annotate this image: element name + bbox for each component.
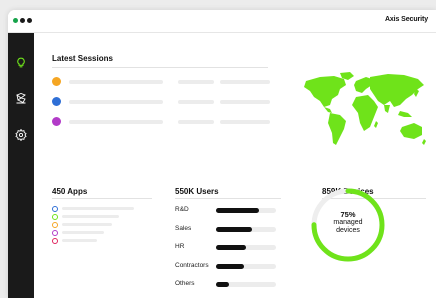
app-name-placeholder xyxy=(62,239,97,242)
user-group-label: Sales xyxy=(175,224,192,232)
donut-caption-line2: devices xyxy=(336,227,360,234)
world-map xyxy=(304,72,426,145)
user-group-label: Contractors xyxy=(175,261,209,269)
app-color-ring xyxy=(52,222,58,228)
session-name-placeholder xyxy=(69,120,163,124)
apps-divider xyxy=(52,198,152,199)
gear-icon[interactable] xyxy=(15,129,27,141)
window-maximize-dot[interactable] xyxy=(27,18,32,23)
window-close-dot[interactable] xyxy=(13,18,18,23)
session-name-placeholder xyxy=(69,80,163,84)
session-meta-placeholder xyxy=(178,120,214,124)
app-color-ring xyxy=(52,206,58,212)
session-status-dot xyxy=(52,117,61,126)
user-group-track xyxy=(216,208,276,213)
title-bar: Axis Security xyxy=(8,10,436,33)
user-group-bar xyxy=(216,208,259,213)
user-group-track xyxy=(216,226,276,232)
sidebar xyxy=(8,33,34,298)
user-group-bar xyxy=(216,245,246,250)
session-meta-placeholder xyxy=(220,120,270,124)
session-status-dot xyxy=(52,77,61,86)
users-divider xyxy=(175,198,281,199)
session-meta-placeholder xyxy=(178,100,214,104)
app-color-ring xyxy=(52,230,58,236)
donut-percent: 75% xyxy=(340,210,356,219)
user-group-bar xyxy=(216,263,244,269)
app-color-ring xyxy=(52,214,58,220)
user-group-label: HR xyxy=(175,243,185,250)
app-name-placeholder xyxy=(62,231,104,234)
user-group-track xyxy=(216,263,276,269)
user-group-track xyxy=(216,282,276,287)
session-status-dot xyxy=(52,97,61,106)
users-title: 550K Users xyxy=(175,187,219,196)
session-meta-placeholder xyxy=(220,100,270,104)
user-group-label: Others xyxy=(175,280,195,287)
app-color-ring xyxy=(52,238,58,244)
user-group-bar xyxy=(216,226,252,232)
app-name-placeholder xyxy=(62,223,112,226)
app-name-placeholder xyxy=(62,215,119,218)
user-group-track xyxy=(216,245,276,250)
brand-name: Axis Security xyxy=(384,16,428,23)
network-icon[interactable] xyxy=(15,92,27,104)
donut-caption-line1: managed xyxy=(333,219,363,226)
donut-label: 75% managed devices xyxy=(308,211,388,235)
user-group-label: R&D xyxy=(175,206,189,213)
apps-title: 450 Apps xyxy=(52,187,88,196)
user-group-bar xyxy=(216,282,229,287)
lightbulb-icon[interactable] xyxy=(15,57,27,69)
session-meta-placeholder xyxy=(178,80,214,84)
sessions-title: Latest Sessions xyxy=(52,54,113,63)
sessions-divider xyxy=(52,67,268,68)
app-name-placeholder xyxy=(62,207,134,210)
session-name-placeholder xyxy=(69,100,163,104)
app-window: Axis Security Latest Sessions 450 Apps 5… xyxy=(8,10,436,298)
session-meta-placeholder xyxy=(220,80,270,84)
window-minimize-dot[interactable] xyxy=(20,18,25,23)
